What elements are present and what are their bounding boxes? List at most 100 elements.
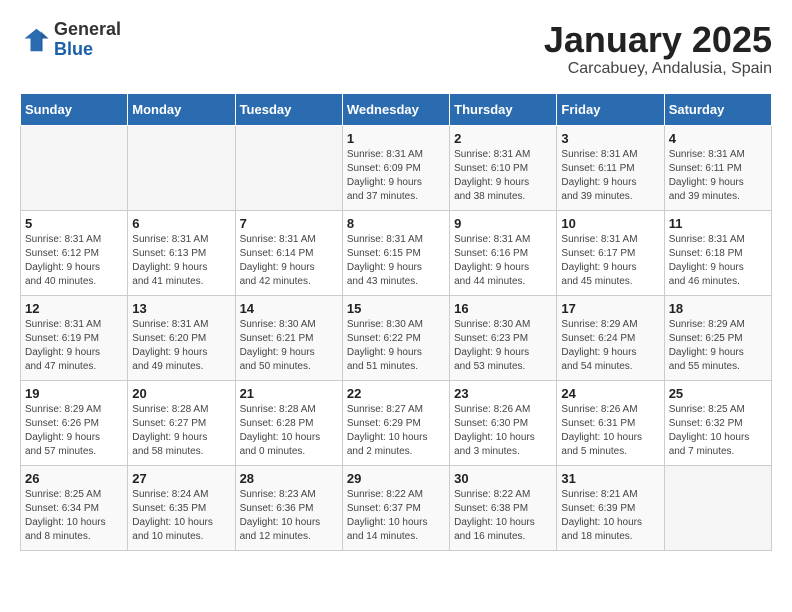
day-number: 3 bbox=[561, 131, 659, 146]
day-info: Sunrise: 8:31 AM Sunset: 6:13 PM Dayligh… bbox=[132, 233, 230, 289]
weekday-header-sunday: Sunday bbox=[21, 93, 128, 125]
day-info: Sunrise: 8:31 AM Sunset: 6:10 PM Dayligh… bbox=[454, 148, 552, 204]
day-info: Sunrise: 8:31 AM Sunset: 6:09 PM Dayligh… bbox=[347, 148, 445, 204]
day-info: Sunrise: 8:31 AM Sunset: 6:14 PM Dayligh… bbox=[240, 233, 338, 289]
day-number: 18 bbox=[669, 301, 767, 316]
day-number: 4 bbox=[669, 131, 767, 146]
day-number: 1 bbox=[347, 131, 445, 146]
day-number: 25 bbox=[669, 386, 767, 401]
weekday-header-thursday: Thursday bbox=[450, 93, 557, 125]
day-info: Sunrise: 8:30 AM Sunset: 6:21 PM Dayligh… bbox=[240, 318, 338, 374]
day-info: Sunrise: 8:30 AM Sunset: 6:23 PM Dayligh… bbox=[454, 318, 552, 374]
calendar-cell: 31 Sunrise: 8:21 AM Sunset: 6:39 PM Dayli… bbox=[557, 465, 664, 550]
calendar-table: SundayMondayTuesdayWednesdayThursdayFrid… bbox=[20, 93, 772, 551]
calendar-week-row: 12Sunrise: 8:31 AM Sunset: 6:19 PM Dayli… bbox=[21, 295, 772, 380]
day-info: Sunrise: 8:30 AM Sunset: 6:22 PM Dayligh… bbox=[347, 318, 445, 374]
day-number: 8 bbox=[347, 216, 445, 231]
day-number: 10 bbox=[561, 216, 659, 231]
calendar-cell: 19 Sunrise: 8:29 AM Sunset: 6:26 PM Dayli… bbox=[21, 380, 128, 465]
calendar-week-row: 19 Sunrise: 8:29 AM Sunset: 6:26 PM Dayli… bbox=[21, 380, 772, 465]
calendar-cell: 10 Sunrise: 8:31 AM Sunset: 6:17 PM Dayli… bbox=[557, 210, 664, 295]
calendar-week-row: 1 Sunrise: 8:31 AM Sunset: 6:09 PM Daylig… bbox=[21, 125, 772, 210]
day-number: 11 bbox=[669, 216, 767, 231]
day-number: 15 bbox=[347, 301, 445, 316]
day-number: 24 bbox=[561, 386, 659, 401]
day-number: 23 bbox=[454, 386, 552, 401]
calendar-week-row: 5Sunrise: 8:31 AM Sunset: 6:12 PM Daylig… bbox=[21, 210, 772, 295]
day-info: Sunrise: 8:25 AM Sunset: 6:34 PM Dayligh… bbox=[25, 488, 123, 544]
day-info: Sunrise: 8:31 AM Sunset: 6:20 PM Dayligh… bbox=[132, 318, 230, 374]
title-block: January 2025 Carcabuey, Andalusia, Spain bbox=[544, 20, 772, 78]
day-number: 27 bbox=[132, 471, 230, 486]
calendar-cell: 23 Sunrise: 8:26 AM Sunset: 6:30 PM Dayli… bbox=[450, 380, 557, 465]
weekday-header-row: SundayMondayTuesdayWednesdayThursdayFrid… bbox=[21, 93, 772, 125]
day-info: Sunrise: 8:21 AM Sunset: 6:39 PM Dayligh… bbox=[561, 488, 659, 544]
weekday-header-wednesday: Wednesday bbox=[342, 93, 449, 125]
day-number: 6 bbox=[132, 216, 230, 231]
day-number: 9 bbox=[454, 216, 552, 231]
day-number: 28 bbox=[240, 471, 338, 486]
calendar-cell: 29 Sunrise: 8:22 AM Sunset: 6:37 PM Dayli… bbox=[342, 465, 449, 550]
calendar-cell: 1 Sunrise: 8:31 AM Sunset: 6:09 PM Daylig… bbox=[342, 125, 449, 210]
calendar-cell: 17Sunrise: 8:29 AM Sunset: 6:24 PM Dayli… bbox=[557, 295, 664, 380]
day-number: 22 bbox=[347, 386, 445, 401]
calendar-cell bbox=[235, 125, 342, 210]
day-number: 29 bbox=[347, 471, 445, 486]
day-number: 2 bbox=[454, 131, 552, 146]
calendar-cell: 30Sunrise: 8:22 AM Sunset: 6:38 PM Dayli… bbox=[450, 465, 557, 550]
day-info: Sunrise: 8:31 AM Sunset: 6:17 PM Dayligh… bbox=[561, 233, 659, 289]
day-info: Sunrise: 8:25 AM Sunset: 6:32 PM Dayligh… bbox=[669, 403, 767, 459]
calendar-cell: 18 Sunrise: 8:29 AM Sunset: 6:25 PM Dayli… bbox=[664, 295, 771, 380]
day-number: 30 bbox=[454, 471, 552, 486]
calendar-cell: 2 Sunrise: 8:31 AM Sunset: 6:10 PM Daylig… bbox=[450, 125, 557, 210]
day-info: Sunrise: 8:23 AM Sunset: 6:36 PM Dayligh… bbox=[240, 488, 338, 544]
calendar-cell: 21Sunrise: 8:28 AM Sunset: 6:28 PM Dayli… bbox=[235, 380, 342, 465]
calendar-cell: 28 Sunrise: 8:23 AM Sunset: 6:36 PM Dayli… bbox=[235, 465, 342, 550]
day-number: 7 bbox=[240, 216, 338, 231]
day-info: Sunrise: 8:31 AM Sunset: 6:12 PM Dayligh… bbox=[25, 233, 123, 289]
calendar-cell: 24 Sunrise: 8:26 AM Sunset: 6:31 PM Dayli… bbox=[557, 380, 664, 465]
calendar-cell: 15 Sunrise: 8:30 AM Sunset: 6:22 PM Dayli… bbox=[342, 295, 449, 380]
logo-icon bbox=[20, 25, 50, 55]
weekday-header-friday: Friday bbox=[557, 93, 664, 125]
calendar-cell: 7 Sunrise: 8:31 AM Sunset: 6:14 PM Daylig… bbox=[235, 210, 342, 295]
day-info: Sunrise: 8:26 AM Sunset: 6:31 PM Dayligh… bbox=[561, 403, 659, 459]
logo: General Blue bbox=[20, 20, 121, 60]
day-info: Sunrise: 8:27 AM Sunset: 6:29 PM Dayligh… bbox=[347, 403, 445, 459]
calendar-cell: 6 Sunrise: 8:31 AM Sunset: 6:13 PM Daylig… bbox=[128, 210, 235, 295]
day-info: Sunrise: 8:31 AM Sunset: 6:11 PM Dayligh… bbox=[669, 148, 767, 204]
calendar-cell: 26Sunrise: 8:25 AM Sunset: 6:34 PM Dayli… bbox=[21, 465, 128, 550]
day-info: Sunrise: 8:31 AM Sunset: 6:15 PM Dayligh… bbox=[347, 233, 445, 289]
day-info: Sunrise: 8:26 AM Sunset: 6:30 PM Dayligh… bbox=[454, 403, 552, 459]
calendar-week-row: 26Sunrise: 8:25 AM Sunset: 6:34 PM Dayli… bbox=[21, 465, 772, 550]
day-number: 31 bbox=[561, 471, 659, 486]
calendar-cell: 22 Sunrise: 8:27 AM Sunset: 6:29 PM Dayli… bbox=[342, 380, 449, 465]
calendar-cell bbox=[128, 125, 235, 210]
day-number: 13 bbox=[132, 301, 230, 316]
calendar-cell: 11Sunrise: 8:31 AM Sunset: 6:18 PM Dayli… bbox=[664, 210, 771, 295]
calendar-cell: 3 Sunrise: 8:31 AM Sunset: 6:11 PM Daylig… bbox=[557, 125, 664, 210]
day-info: Sunrise: 8:29 AM Sunset: 6:25 PM Dayligh… bbox=[669, 318, 767, 374]
day-info: Sunrise: 8:29 AM Sunset: 6:24 PM Dayligh… bbox=[561, 318, 659, 374]
calendar-cell: 13 Sunrise: 8:31 AM Sunset: 6:20 PM Dayli… bbox=[128, 295, 235, 380]
day-info: Sunrise: 8:31 AM Sunset: 6:11 PM Dayligh… bbox=[561, 148, 659, 204]
day-info: Sunrise: 8:31 AM Sunset: 6:16 PM Dayligh… bbox=[454, 233, 552, 289]
day-info: Sunrise: 8:29 AM Sunset: 6:26 PM Dayligh… bbox=[25, 403, 123, 459]
day-info: Sunrise: 8:28 AM Sunset: 6:27 PM Dayligh… bbox=[132, 403, 230, 459]
logo-blue: Blue bbox=[54, 40, 121, 60]
day-info: Sunrise: 8:24 AM Sunset: 6:35 PM Dayligh… bbox=[132, 488, 230, 544]
calendar-cell: 20 Sunrise: 8:28 AM Sunset: 6:27 PM Dayli… bbox=[128, 380, 235, 465]
day-number: 20 bbox=[132, 386, 230, 401]
logo-text: General Blue bbox=[54, 20, 121, 60]
day-number: 12 bbox=[25, 301, 123, 316]
weekday-header-monday: Monday bbox=[128, 93, 235, 125]
day-info: Sunrise: 8:22 AM Sunset: 6:37 PM Dayligh… bbox=[347, 488, 445, 544]
logo-general: General bbox=[54, 20, 121, 40]
calendar-cell: 5Sunrise: 8:31 AM Sunset: 6:12 PM Daylig… bbox=[21, 210, 128, 295]
weekday-header-tuesday: Tuesday bbox=[235, 93, 342, 125]
month-title: January 2025 bbox=[544, 20, 772, 60]
calendar-cell bbox=[21, 125, 128, 210]
day-number: 19 bbox=[25, 386, 123, 401]
calendar-cell: 4 Sunrise: 8:31 AM Sunset: 6:11 PM Daylig… bbox=[664, 125, 771, 210]
calendar-cell: 8 Sunrise: 8:31 AM Sunset: 6:15 PM Daylig… bbox=[342, 210, 449, 295]
